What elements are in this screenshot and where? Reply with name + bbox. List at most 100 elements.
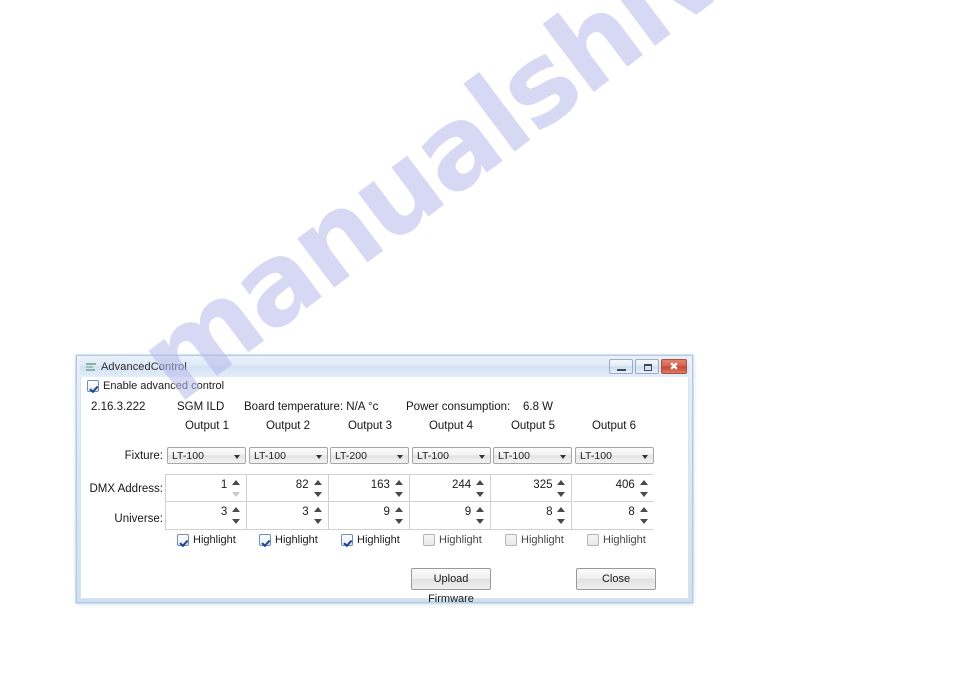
fixture-select-4[interactable]: LT-100: [412, 447, 491, 464]
universe-spinner-2[interactable]: [313, 506, 323, 525]
spinner-up-icon[interactable]: [394, 480, 403, 485]
title-bar: AdvancedControl ✖: [80, 356, 689, 377]
dmx-address-value-3: 163: [370, 479, 390, 491]
universe-row-label: Universe:: [114, 513, 163, 525]
output-header-5: Output 5: [510, 420, 556, 432]
spinner-up-icon[interactable]: [557, 507, 566, 512]
highlight-checkbox-5[interactable]: [505, 534, 517, 546]
close-button[interactable]: ✖: [661, 359, 687, 374]
universe-cell-5[interactable]: 8: [491, 502, 573, 529]
fixture-select-5[interactable]: LT-100: [493, 447, 572, 464]
spinner-up-icon[interactable]: [639, 480, 648, 485]
spinner-down-icon[interactable]: [639, 519, 648, 524]
spinner-down-icon[interactable]: [557, 519, 566, 524]
highlight-row-5[interactable]: Highlight: [505, 534, 564, 546]
output-header-3: Output 3: [347, 420, 393, 432]
spinner-down-icon[interactable]: [394, 519, 403, 524]
maximize-icon: [644, 364, 652, 371]
fixture-select-1[interactable]: LT-100: [167, 447, 246, 464]
spinner-down-icon[interactable]: [232, 519, 241, 524]
maximize-button[interactable]: [635, 359, 659, 374]
dmx-address-spinner-2[interactable]: [313, 479, 323, 498]
universe-cell-2[interactable]: 3: [247, 502, 329, 529]
highlight-checkbox-3[interactable]: [341, 534, 353, 546]
universe-spinner-3[interactable]: [394, 506, 404, 525]
highlight-row-4[interactable]: Highlight: [423, 534, 482, 546]
spinner-up-icon[interactable]: [476, 480, 485, 485]
dmx-address-row-label: DMX Address:: [89, 483, 164, 495]
enable-advanced-control-checkbox[interactable]: [87, 380, 99, 392]
universe-value-6: 8: [628, 506, 635, 518]
fixture-select-3[interactable]: LT-200: [330, 447, 409, 464]
minimize-button[interactable]: [609, 359, 633, 374]
output-header-1: Output 1: [184, 420, 230, 432]
fixture-select-2-value: LT-100: [254, 450, 286, 462]
upload-firmware-button[interactable]: Upload Firmware: [411, 568, 491, 605]
fixture-select-4-value: LT-100: [417, 450, 449, 462]
highlight-checkbox-2[interactable]: [259, 534, 271, 546]
spinner-up-icon[interactable]: [476, 507, 485, 512]
highlight-row-3[interactable]: Highlight: [341, 534, 400, 546]
spinner-down-icon[interactable]: [232, 492, 241, 497]
spinner-up-icon[interactable]: [394, 507, 403, 512]
highlight-row-6[interactable]: Highlight: [587, 534, 646, 546]
universe-spinner-4[interactable]: [476, 506, 485, 525]
output-header-4: Output 4: [428, 420, 474, 432]
spinner-down-icon[interactable]: [394, 492, 403, 497]
spinner-up-icon[interactable]: [557, 480, 566, 485]
highlight-checkbox-6[interactable]: [587, 534, 599, 546]
fixture-select-1-value: LT-100: [172, 450, 204, 462]
dmx-address-cell-6[interactable]: 406: [572, 475, 654, 502]
spinner-down-icon[interactable]: [639, 492, 648, 497]
dmx-address-spinner-5[interactable]: [557, 479, 566, 498]
dmx-address-spinner-1[interactable]: [232, 479, 241, 498]
fixture-row-label: Fixture:: [124, 450, 163, 462]
dmx-address-cell-1[interactable]: 1: [166, 475, 248, 502]
window-client-area: Enable advanced control 2.16.3.222 SGM I…: [81, 377, 688, 605]
highlight-checkbox-1[interactable]: [177, 534, 189, 546]
spinner-up-icon[interactable]: [232, 507, 241, 512]
fixture-select-6[interactable]: LT-100: [575, 447, 654, 464]
universe-spinner-6[interactable]: [639, 506, 649, 525]
highlight-row-2[interactable]: Highlight: [259, 534, 318, 546]
spinner-down-icon[interactable]: [313, 492, 322, 497]
dmx-address-spinner-4[interactable]: [476, 479, 485, 498]
spinner-down-icon[interactable]: [557, 492, 566, 497]
dmx-address-spinner-3[interactable]: [394, 479, 404, 498]
dmx-address-cell-2[interactable]: 82: [247, 475, 329, 502]
spinner-up-icon[interactable]: [313, 480, 322, 485]
spinner-up-icon[interactable]: [232, 480, 241, 485]
spinner-up-icon[interactable]: [639, 507, 648, 512]
dmx-address-cell-4[interactable]: 244: [409, 475, 492, 502]
highlight-label-5: Highlight: [521, 534, 564, 546]
spinner-up-icon[interactable]: [313, 507, 322, 512]
dmx-address-cell-5[interactable]: 325: [491, 475, 573, 502]
spinner-down-icon[interactable]: [476, 492, 485, 497]
enable-advanced-control-row[interactable]: Enable advanced control: [87, 380, 224, 392]
universe-cell-3[interactable]: 9: [328, 502, 410, 529]
device-info-row: 2.16.3.222 SGM ILD Board temperature: N/…: [81, 401, 688, 417]
chevron-down-icon: [479, 455, 485, 459]
document-lines-icon: [85, 361, 97, 373]
spinner-down-icon[interactable]: [313, 519, 322, 524]
universe-cell-1[interactable]: 3: [166, 502, 248, 529]
output-header-2: Output 2: [265, 420, 311, 432]
highlight-checkbox-4[interactable]: [423, 534, 435, 546]
dmx-address-cell-3[interactable]: 163: [328, 475, 410, 502]
dmx-address-spinner-6[interactable]: [639, 479, 649, 498]
universe-spinner-1[interactable]: [232, 506, 241, 525]
spinner-down-icon[interactable]: [476, 519, 485, 524]
board-temperature: Board temperature: N/A °c: [244, 401, 379, 413]
universe-spinner-5[interactable]: [557, 506, 566, 525]
highlight-row-1[interactable]: Highlight: [177, 534, 236, 546]
device-brand: SGM ILD: [177, 401, 225, 413]
output-header-6: Output 6: [591, 420, 637, 432]
advanced-control-window: AdvancedControl ✖ Enable advanced contro…: [76, 355, 693, 605]
window-controls: ✖: [607, 359, 687, 374]
close-dialog-button[interactable]: Close: [576, 568, 656, 590]
fixture-select-2[interactable]: LT-100: [249, 447, 328, 464]
highlight-label-3: Highlight: [357, 534, 400, 546]
enable-advanced-control-label: Enable advanced control: [103, 380, 225, 392]
universe-cell-4[interactable]: 9: [409, 502, 492, 529]
universe-cell-6[interactable]: 8: [572, 502, 654, 529]
